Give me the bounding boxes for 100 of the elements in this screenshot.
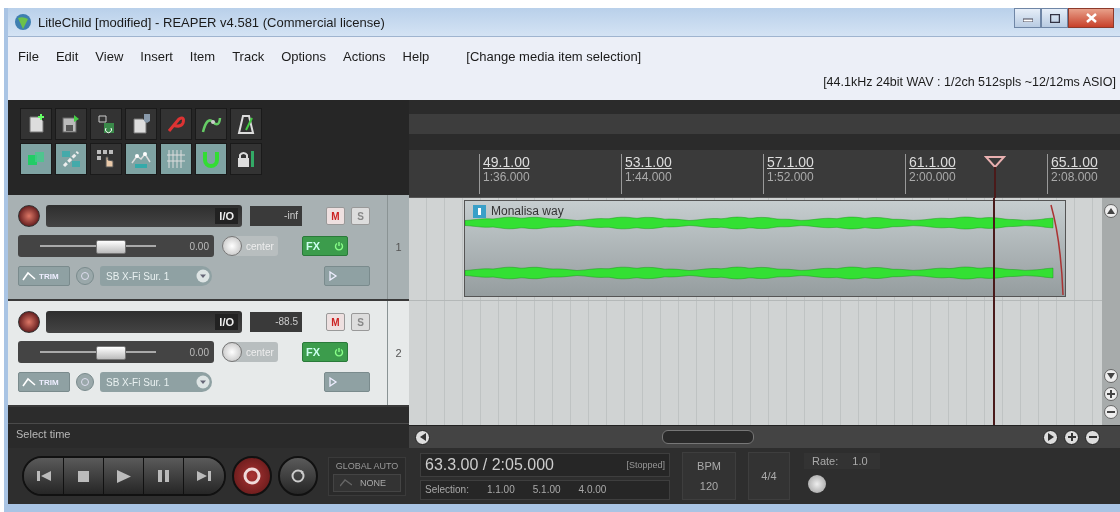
metronome-button[interactable] [230, 108, 262, 140]
item-name: Monalisa way [491, 204, 564, 218]
stop-icon [78, 470, 89, 482]
scroll-up-button[interactable] [1104, 204, 1118, 218]
play-icon [328, 377, 338, 387]
envelope-points-button[interactable] [125, 143, 157, 175]
volume-value: 0.00 [189, 240, 209, 252]
selection-label: Selection: [425, 484, 469, 495]
record-arm-button[interactable] [18, 311, 40, 333]
zoom-in-button[interactable] [1064, 429, 1079, 445]
plus-icon [1107, 390, 1115, 398]
loop-arrow-button[interactable] [160, 108, 192, 140]
menu-item[interactable]: File [18, 49, 39, 64]
grid-lines-icon [164, 147, 188, 171]
selection-value: 4.0.00 [578, 484, 607, 495]
curve-button[interactable] [195, 108, 227, 140]
zoom-in-button[interactable] [1104, 387, 1118, 401]
menu-item[interactable]: Options [281, 49, 326, 64]
menu-item[interactable]: View [95, 49, 124, 64]
bar-position-label: 49.1.00 [483, 154, 530, 170]
mute-button[interactable]: M [326, 313, 345, 331]
io-button[interactable]: I/O [215, 208, 238, 224]
menu-item[interactable]: Help [402, 49, 430, 64]
play-icon [328, 271, 338, 281]
skip-back-icon [36, 470, 51, 482]
power-icon [334, 241, 344, 251]
skip-forward-icon [197, 470, 211, 482]
track-name-field[interactable]: I/O [46, 205, 242, 227]
rate-knob[interactable] [808, 475, 826, 493]
record-arm-button[interactable] [18, 205, 40, 227]
pause-button[interactable] [144, 458, 184, 494]
caret-icon [196, 375, 210, 389]
selection-value: 1.1.00 [486, 484, 515, 495]
bar-position-label: 53.1.00 [625, 154, 672, 170]
time-signature: 4/4 [761, 470, 777, 482]
play-icon [116, 469, 131, 483]
pan-knob[interactable] [222, 236, 242, 256]
maximize-button[interactable] [1041, 8, 1068, 28]
pause-icon [158, 470, 169, 482]
document-plus-button[interactable] [20, 108, 52, 140]
bar-position-label: 57.1.00 [767, 154, 814, 170]
circle-icon [80, 376, 90, 387]
automation-mode-button[interactable]: NONE [333, 473, 401, 492]
menu-item[interactable]: Item [189, 49, 216, 64]
tempo-display[interactable]: BPM 120 [682, 452, 736, 500]
squares-button[interactable] [20, 143, 52, 175]
bar-position-label: 65.1.00 [1051, 154, 1098, 170]
track-number: 2 [387, 301, 409, 405]
record-button[interactable] [232, 456, 272, 496]
stop-button[interactable] [64, 458, 104, 494]
playhead-marker[interactable] [984, 156, 1006, 198]
routing-button[interactable] [324, 372, 370, 392]
go-to-start-button[interactable] [24, 458, 64, 494]
lock-button[interactable] [230, 143, 262, 175]
menu-item[interactable]: Edit [55, 49, 79, 64]
grid-lines-button[interactable] [160, 143, 192, 175]
zoom-out-button[interactable] [1085, 429, 1100, 445]
power-icon [334, 347, 344, 357]
vertical-scrollbar[interactable] [1102, 198, 1120, 425]
repeat-button[interactable] [278, 456, 318, 496]
media-item[interactable]: Monalisa way [464, 200, 1066, 297]
window-title: LitleChild [modified] - REAPER v4.581 (Commercial license) [38, 14, 385, 30]
envelope-icon [22, 271, 36, 281]
zoom-out-button[interactable] [1104, 405, 1118, 419]
scroll-down-button[interactable] [1104, 369, 1118, 383]
scroll-right-button[interactable] [1043, 429, 1058, 445]
chain-button[interactable] [55, 143, 87, 175]
bar-position-label: 61.1.00 [909, 154, 956, 170]
close-button[interactable] [1068, 8, 1114, 28]
caret-icon [196, 269, 210, 283]
timeline-ruler[interactable]: 49.1.00 1:36.000 53.1.00 1:44.000 57.1.00 1:52.000 61.1.00 2:00.000 65.1.00 2:08.000 [409, 150, 1120, 198]
envelope-button[interactable] [76, 373, 94, 391]
track-number: 1 [387, 195, 409, 299]
io-button[interactable]: I/O [215, 314, 238, 330]
menu-item[interactable]: Track [232, 49, 265, 64]
track-name-field[interactable]: I/O [46, 311, 242, 333]
menu-item[interactable]: Insert [140, 49, 173, 64]
mute-button[interactable]: M [326, 207, 345, 225]
scrollbar-thumb[interactable] [662, 430, 754, 444]
hand-grid-button[interactable] [90, 143, 122, 175]
arrow-right-icon [1047, 433, 1054, 441]
volume-fader-handle[interactable] [95, 240, 126, 254]
go-to-end-button[interactable] [184, 458, 224, 494]
menu-item[interactable]: Actions [342, 49, 386, 64]
envelope-icon [22, 377, 36, 387]
item-icon [473, 204, 486, 218]
volume-fader-handle[interactable] [95, 346, 126, 360]
circle-icon [80, 270, 90, 281]
volume-value: 0.00 [189, 346, 209, 358]
document-button[interactable] [125, 108, 157, 140]
time-position-label: 1:36.000 [483, 170, 530, 184]
pan-knob[interactable] [222, 342, 242, 362]
scroll-left-button[interactable] [415, 429, 430, 445]
time-signature-display[interactable]: 4/4 [748, 452, 790, 500]
play-state: [Stopped] [626, 459, 665, 470]
disk-button[interactable] [55, 108, 87, 140]
magnet-button[interactable] [195, 143, 227, 175]
play-button[interactable] [104, 458, 144, 494]
bpm-label: BPM [697, 460, 721, 472]
close-icon [1085, 13, 1097, 23]
